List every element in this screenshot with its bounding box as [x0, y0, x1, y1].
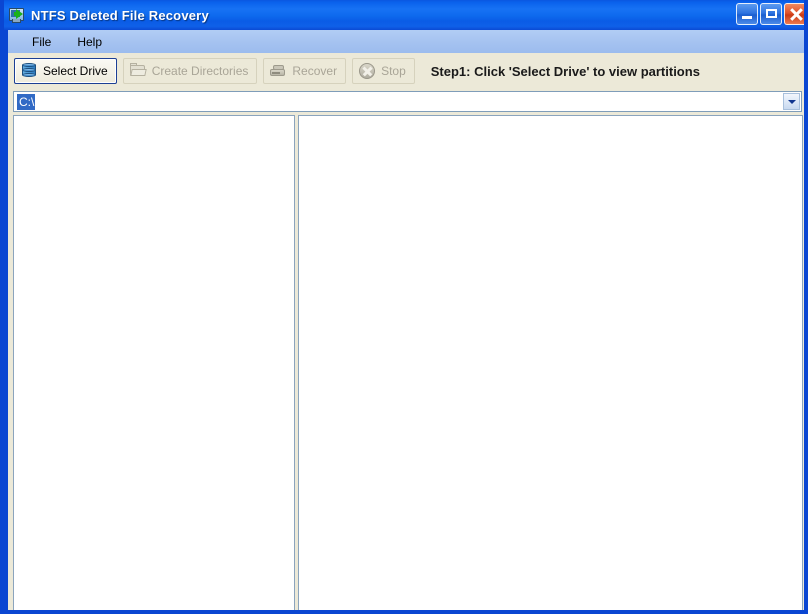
folder-icon [129, 62, 147, 80]
title-bar: NTFS Deleted File Recovery [4, 0, 804, 30]
client-area: File Help Select Drive Create Directorie… [8, 30, 804, 610]
file-list-panel[interactable] [298, 115, 803, 610]
stop-label: Stop [381, 64, 406, 78]
recover-button[interactable]: Recover [263, 58, 347, 84]
window-controls [736, 3, 804, 25]
content-area [8, 115, 804, 610]
create-directories-label: Create Directories [151, 64, 249, 78]
menu-item-file[interactable]: File [22, 33, 61, 51]
maximize-button[interactable] [760, 3, 782, 25]
chevron-down-icon [787, 99, 796, 104]
drive-icon [20, 62, 38, 80]
select-drive-button[interactable]: Select Drive [14, 58, 117, 84]
partition-tree-panel[interactable] [13, 115, 295, 610]
minimize-icon [742, 16, 752, 19]
maximize-icon [766, 9, 777, 18]
recover-label: Recover [292, 64, 338, 78]
stop-button[interactable]: Stop [352, 58, 415, 84]
step-instruction: Step1: Click 'Select Drive' to view part… [430, 63, 700, 79]
window-title: NTFS Deleted File Recovery [31, 7, 209, 23]
select-drive-label: Select Drive [43, 64, 108, 78]
toolbar: Select Drive Create Directories Recover … [8, 53, 804, 89]
recover-icon [269, 62, 287, 80]
stop-icon [358, 62, 376, 80]
create-directories-button[interactable]: Create Directories [122, 58, 258, 84]
drive-combo-dropdown-button[interactable] [783, 93, 800, 110]
minimize-button[interactable] [736, 3, 758, 25]
drive-combo-value: C:\ [17, 93, 36, 110]
application-window: NTFS Deleted File Recovery File Help Sel… [0, 0, 808, 614]
drive-selector-row: C:\ [8, 89, 804, 114]
menu-item-help[interactable]: Help [67, 33, 112, 51]
computer-recovery-icon [8, 6, 26, 24]
close-button[interactable] [784, 3, 804, 25]
menu-bar: File Help [8, 30, 804, 53]
drive-combo-box[interactable]: C:\ [13, 91, 802, 112]
